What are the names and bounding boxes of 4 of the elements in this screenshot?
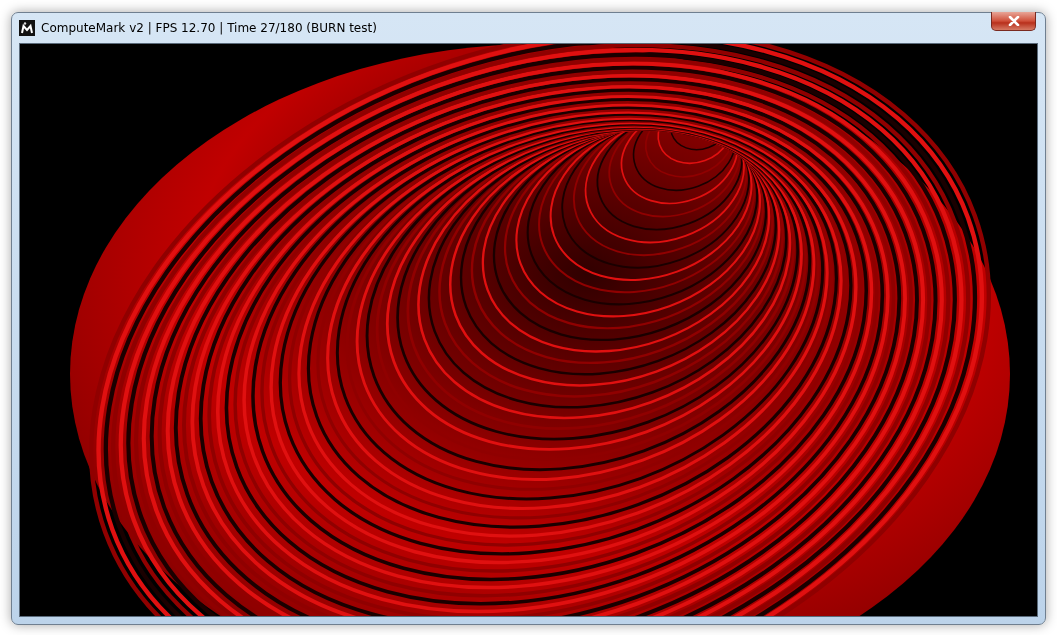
window-title: ComputeMark v2 | FPS 12.70 | Time 27/180 (BURN test): [41, 20, 377, 37]
close-icon: [1007, 16, 1020, 26]
close-button[interactable]: [991, 12, 1036, 31]
app-logo-icon: [19, 20, 35, 36]
